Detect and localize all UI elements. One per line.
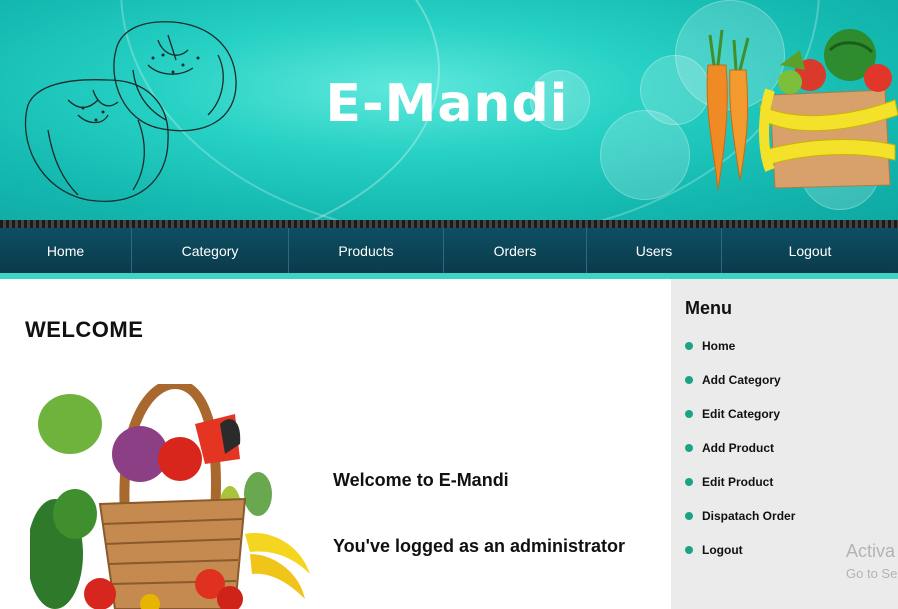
nav-home[interactable]: Home <box>0 228 132 273</box>
bullet-icon <box>685 376 693 384</box>
activation-watermark: Activa <box>846 541 896 561</box>
bullet-icon <box>685 546 693 554</box>
main-nav: Home Category Products Orders Users Logo… <box>0 228 898 273</box>
activation-watermark-sub: Go to Se <box>846 566 898 581</box>
menu-item-edit-category[interactable]: Edit Category <box>685 397 885 431</box>
nav-logout[interactable]: Logout <box>722 228 898 273</box>
menu-item-label: Edit Product <box>702 475 774 489</box>
nav-divider <box>0 220 898 228</box>
bullet-icon <box>685 342 693 350</box>
menu-item-dispatch-order[interactable]: Dispatach Order <box>685 499 885 533</box>
bullet-icon <box>685 512 693 520</box>
menu-item-label: Add Product <box>702 441 774 455</box>
welcome-message: Welcome to E-Mandi <box>333 470 509 490</box>
menu-item-label: Edit Category <box>702 407 781 421</box>
menu-title: Menu <box>685 298 732 318</box>
vegetable-basket-image <box>30 384 310 609</box>
nav-category[interactable]: Category <box>132 228 289 273</box>
menu-item-add-category[interactable]: Add Category <box>685 363 885 397</box>
menu-item-label: Home <box>702 339 736 353</box>
main-content: WELCOME Welcome to E-Mandi You've logged… <box>0 279 671 609</box>
header-banner: E-Mandi <box>0 0 898 220</box>
menu-item-add-product[interactable]: Add Product <box>685 431 885 465</box>
page-heading: WELCOME <box>25 317 144 342</box>
sidebar-menu: Menu Home Add Category Edit Category Add… <box>671 279 898 609</box>
menu-item-label: Dispatach Order <box>702 509 796 523</box>
menu-item-label: Add Category <box>702 373 781 387</box>
site-title: E-Mandi <box>325 74 569 134</box>
nav-products[interactable]: Products <box>289 228 444 273</box>
menu-item-label: Logout <box>702 543 743 557</box>
bullet-icon <box>685 478 693 486</box>
bullet-icon <box>685 410 693 418</box>
nav-users[interactable]: Users <box>587 228 722 273</box>
bullet-icon <box>685 444 693 452</box>
menu-item-home[interactable]: Home <box>685 329 885 363</box>
menu-list: Home Add Category Edit Category Add Prod… <box>685 329 885 567</box>
menu-item-edit-product[interactable]: Edit Product <box>685 465 885 499</box>
admin-message: You've logged as an administrator <box>333 536 626 556</box>
nav-orders[interactable]: Orders <box>444 228 587 273</box>
